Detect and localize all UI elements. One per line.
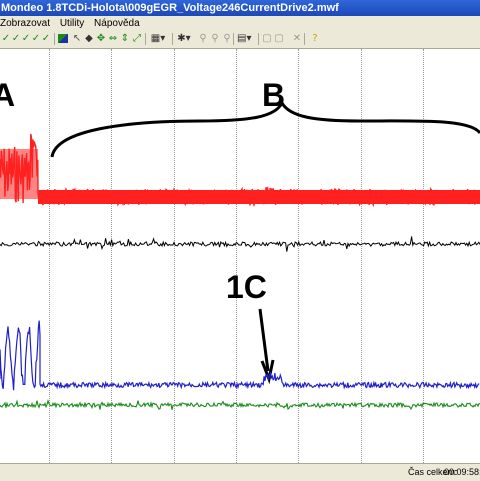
trace-black	[0, 236, 480, 252]
filter-icon[interactable]: ⚲	[222, 33, 232, 44]
toolbar-separator	[54, 33, 55, 45]
check-icon[interactable]: ✓	[31, 33, 41, 44]
check-icon[interactable]: ✓	[21, 33, 31, 44]
waveform-plot[interactable]: A B 1C	[0, 49, 480, 463]
calendar-icon[interactable]: ▢	[274, 33, 284, 44]
check-icon[interactable]: ✓	[1, 33, 11, 44]
filter-icon[interactable]: ⚲	[198, 33, 208, 44]
annotation-1c: 1C	[226, 269, 267, 305]
cursor-icon[interactable]: ↖	[72, 33, 82, 44]
arrows-icon[interactable]: ✥	[96, 33, 106, 44]
toolbar-separator	[233, 33, 234, 45]
trace-red-burst	[0, 149, 38, 199]
zoom-icon[interactable]: ✱▾	[177, 33, 191, 44]
check-icon[interactable]: ✓	[41, 33, 51, 44]
toolbar-separator	[172, 33, 173, 45]
annotation-a: A	[0, 77, 16, 113]
help-icon[interactable]: ?	[310, 33, 320, 44]
toolbar-separator	[304, 33, 305, 45]
toolbar-separator	[258, 33, 259, 45]
toolbar-separator	[145, 33, 146, 45]
trace-green	[0, 398, 480, 411]
palette-icon[interactable]	[58, 34, 68, 43]
arrows-icon[interactable]: ⇔	[108, 33, 118, 44]
waveform-traces	[0, 99, 480, 411]
menu-bar: Zobrazovat Utility Nápověda	[0, 16, 480, 31]
grid-icon[interactable]: ▦▾	[150, 33, 166, 44]
arrows-icon[interactable]: ⤢	[132, 33, 142, 44]
calendar-icon[interactable]: ▢	[262, 33, 272, 44]
menu-item-utility[interactable]: Utility	[60, 16, 84, 31]
arrows-icon[interactable]: ◆	[84, 33, 94, 44]
window-title: Mondeo 1.8TCDi-Holota\009gEGR_Voltage246…	[1, 2, 339, 14]
trace-red-band	[38, 190, 480, 204]
toolbar: ✓ ✓ ✓ ✓ ✓ ↖ ◆ ✥ ⇔ ⇕ ⤢ ▦▾ ✱▾ ⚲ ⚲ ⚲ ▤▾ ▢ ▢…	[0, 31, 480, 49]
calendar-icon[interactable]: ▤▾	[237, 33, 251, 44]
check-icon[interactable]: ✓	[11, 33, 21, 44]
close-icon[interactable]: ✕	[292, 33, 302, 44]
menu-item-view[interactable]: Zobrazovat	[0, 16, 50, 31]
arrows-icon[interactable]: ⇕	[120, 33, 130, 44]
menu-item-help[interactable]: Nápověda	[94, 16, 140, 31]
trace-blue	[0, 320, 480, 391]
status-bar: Čas celkem: 00:09:58:0	[0, 463, 480, 481]
window-title-bar: Mondeo 1.8TCDi-Holota\009gEGR_Voltage246…	[0, 0, 480, 16]
annotation-b: B	[262, 77, 286, 113]
filter-icon[interactable]: ⚲	[210, 33, 220, 44]
status-total-time-value: 00:09:58:0	[444, 467, 480, 477]
